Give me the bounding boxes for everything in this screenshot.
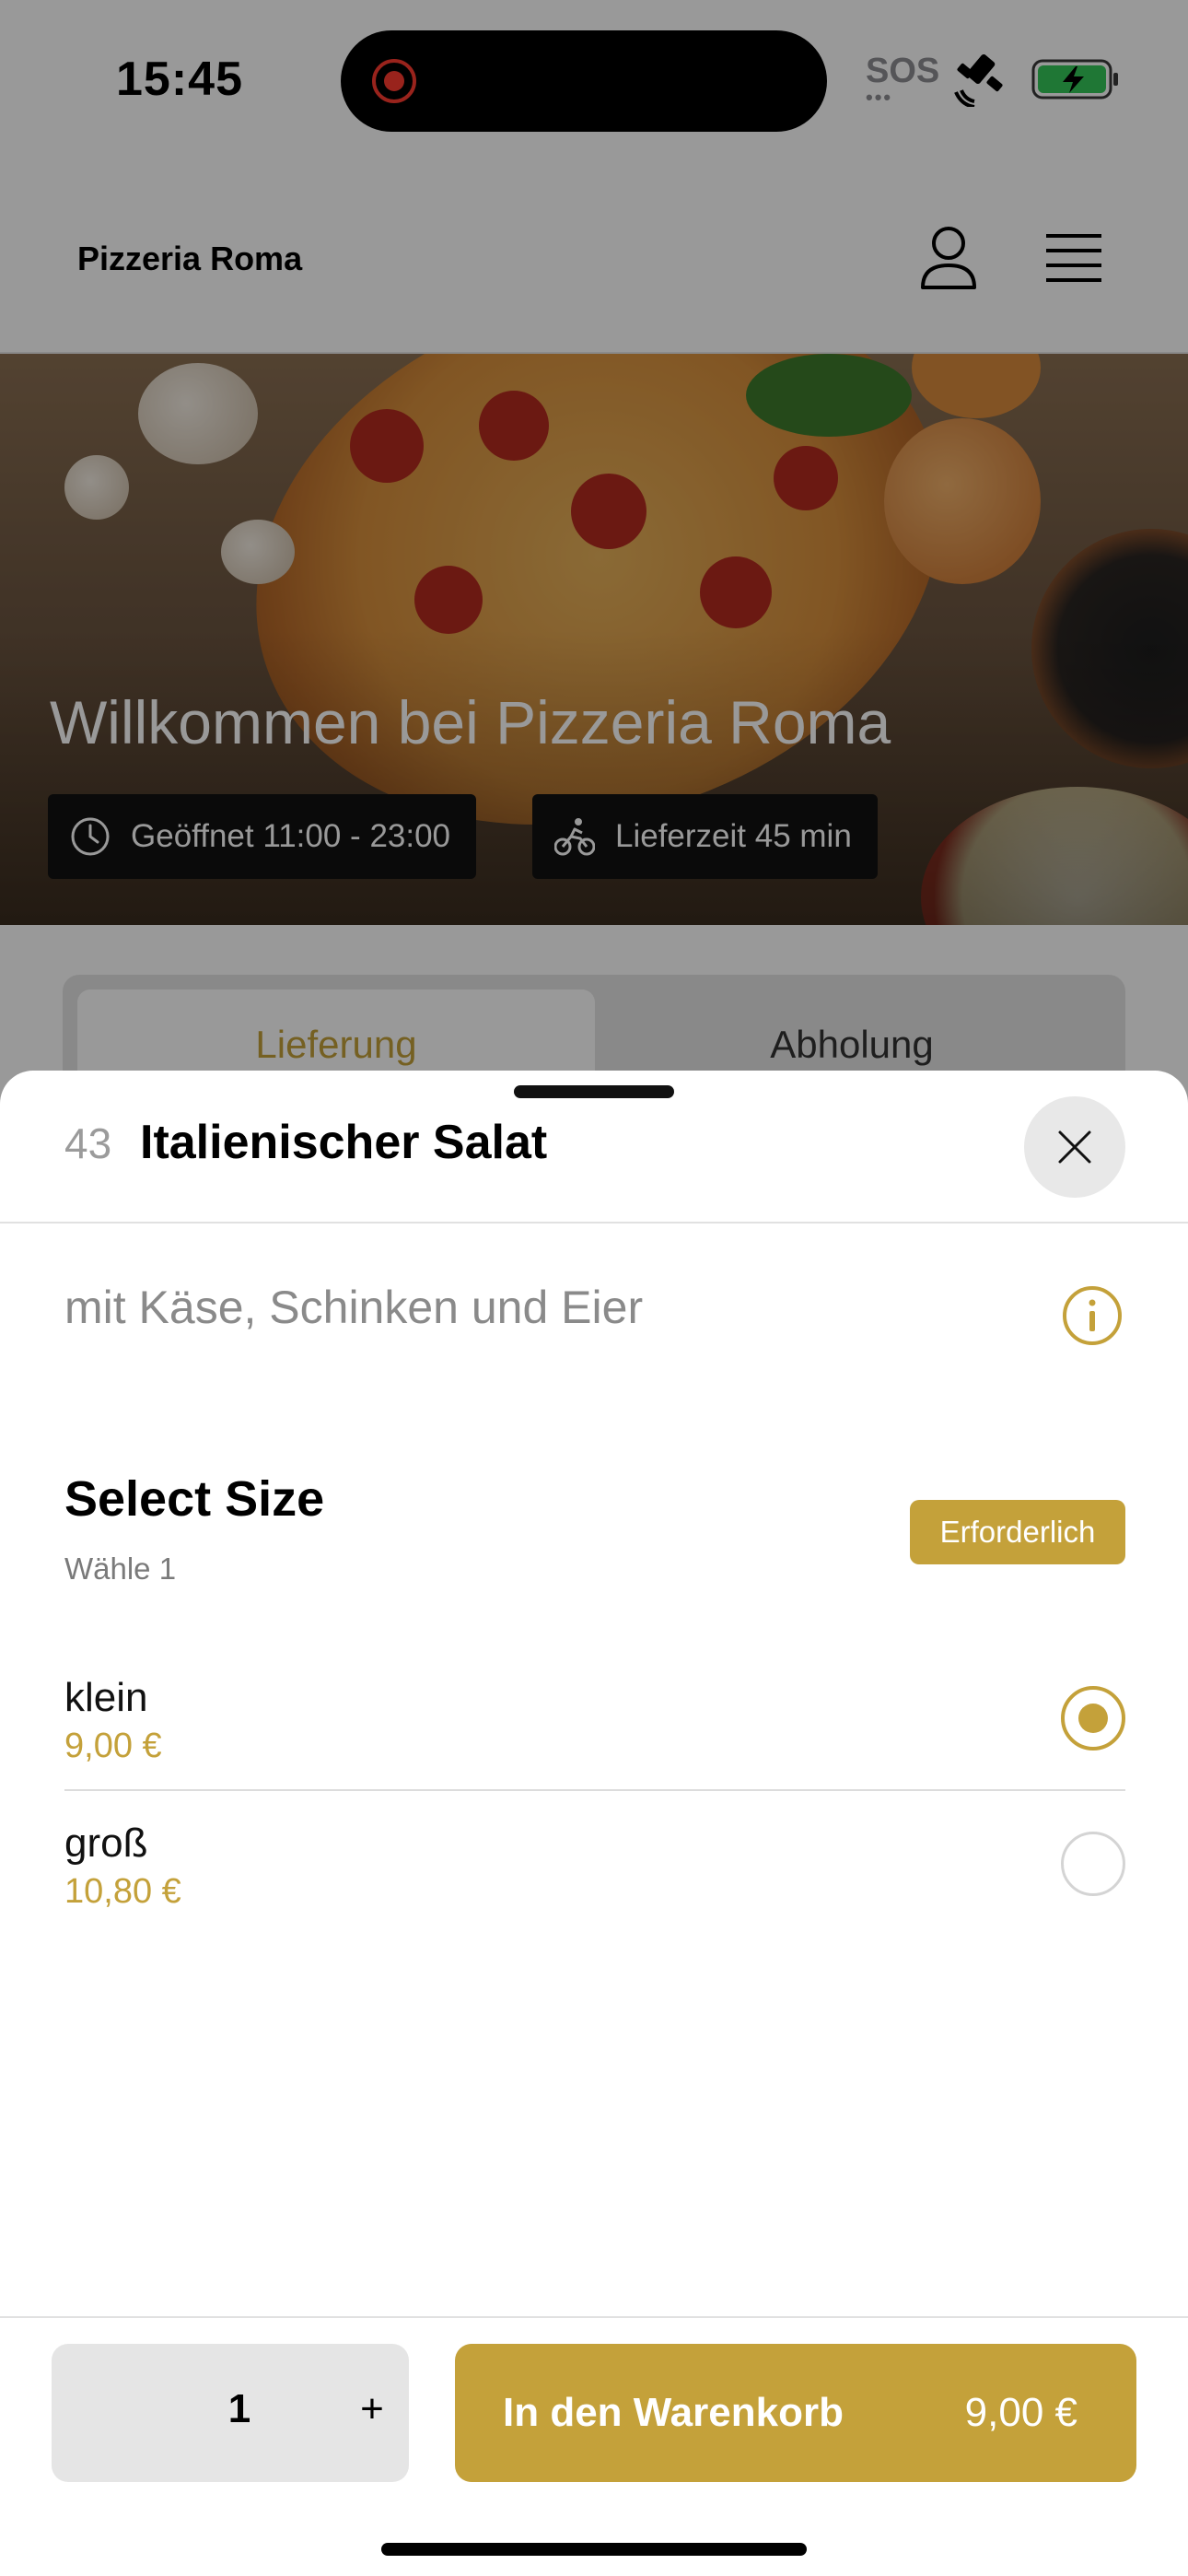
size-group-subtitle: Wähle 1 <box>64 1551 177 1586</box>
divider <box>0 1222 1188 1224</box>
option-name: klein <box>64 1675 148 1720</box>
radio-gross[interactable] <box>1061 1832 1125 1896</box>
size-option-klein[interactable]: klein 9,00 € <box>64 1647 1125 1791</box>
size-option-gross[interactable]: groß 10,80 € <box>64 1793 1125 1937</box>
add-to-cart-button[interactable]: In den Warenkorb 9,00 € <box>455 2344 1136 2482</box>
item-description: mit Käse, Schinken und Eier <box>64 1282 644 1333</box>
home-indicator[interactable] <box>381 2543 807 2556</box>
option-price: 9,00 € <box>64 1727 162 1765</box>
add-to-cart-price: 9,00 € <box>964 2390 1077 2435</box>
item-number: 43 <box>64 1119 112 1167</box>
close-button[interactable] <box>1024 1096 1125 1198</box>
option-name: groß <box>64 1821 148 1866</box>
info-icon[interactable] <box>1061 1284 1124 1347</box>
add-to-cart-label: In den Warenkorb <box>503 2390 844 2435</box>
close-icon <box>1058 1130 1091 1164</box>
sheet-grabber[interactable] <box>514 1085 674 1098</box>
quantity-value: 1 <box>227 2386 251 2431</box>
item-title: Italienischer Salat <box>140 1116 548 1169</box>
product-bottom-sheet: 43 Italienischer Salat mit Käse, Schinke… <box>0 1071 1188 2576</box>
size-group-title: Select Size <box>64 1471 325 1527</box>
quantity-plus-button[interactable]: + <box>354 2386 390 2432</box>
required-badge: Erforderlich <box>910 1500 1125 1564</box>
option-price: 10,80 € <box>64 1872 181 1911</box>
quantity-stepper: 1 + <box>52 2344 409 2482</box>
divider <box>0 2316 1188 2318</box>
radio-klein[interactable] <box>1061 1686 1125 1751</box>
